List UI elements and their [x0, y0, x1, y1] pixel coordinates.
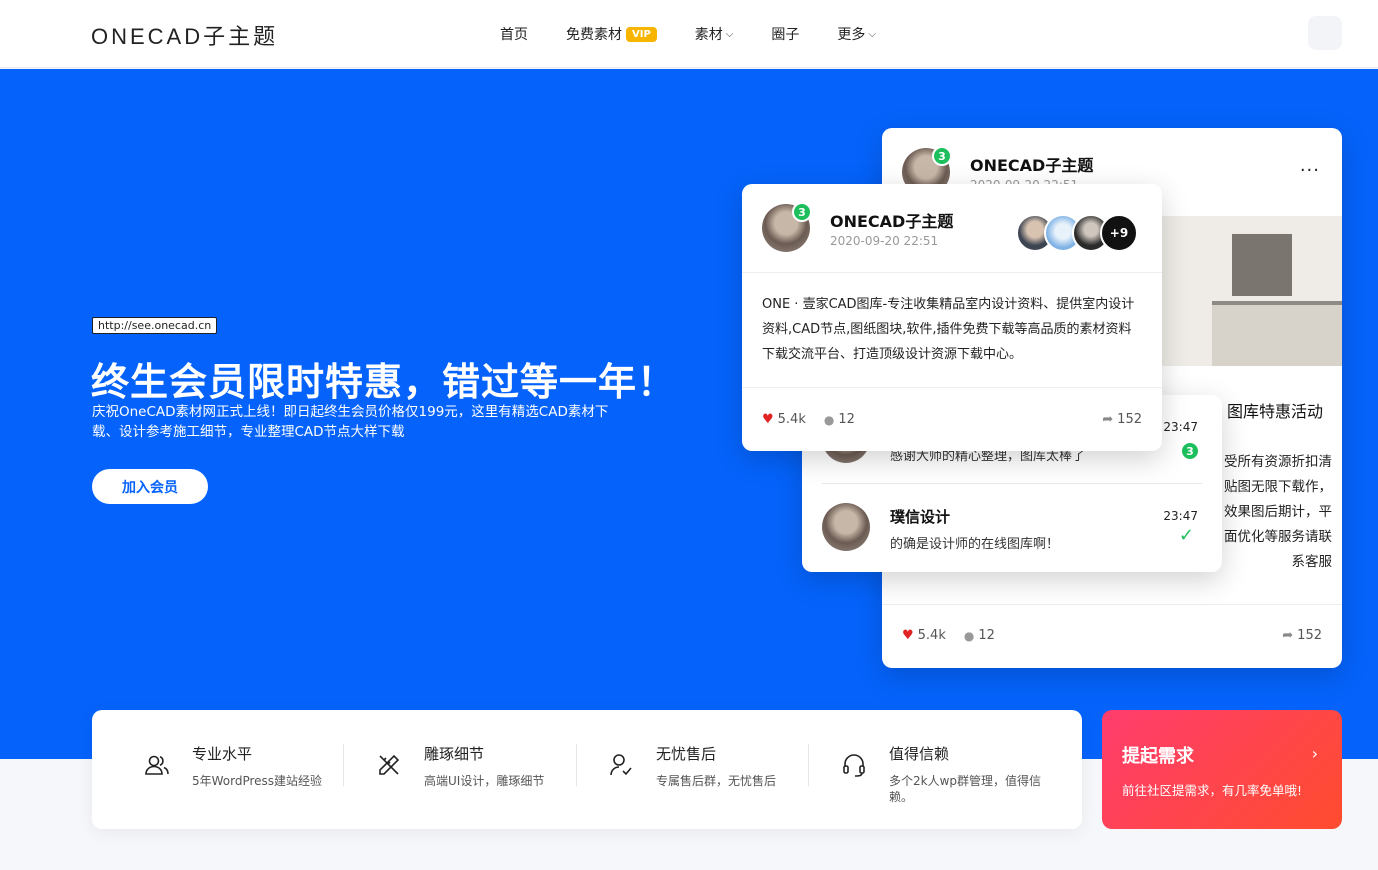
- level-badge: 3: [932, 146, 952, 166]
- hero-url-tag[interactable]: http://see.onecad.cn: [92, 317, 218, 334]
- post-time: 2020-09-20 22:51: [830, 234, 939, 248]
- nav-label: 首页: [500, 27, 528, 43]
- divider: [822, 483, 1202, 484]
- post-author[interactable]: ONECAD子主题: [830, 208, 953, 232]
- headset-icon: [843, 754, 865, 777]
- heart-icon[interactable]: ♥: [762, 412, 774, 427]
- nav-label: 免费素材: [566, 27, 622, 43]
- hero-description: 庆祝OneCAD素材网正式上线！即日起终生会员价格仅199元，这里有精选CAD素…: [92, 404, 609, 440]
- like-count: 5.4k: [777, 412, 806, 427]
- divider: [742, 272, 1162, 273]
- nav-label: 圈子: [771, 27, 800, 43]
- feature-desc: 多个2k人wp群管理，值得信赖。: [889, 774, 1042, 804]
- chevron-down-icon: ⌵: [868, 28, 876, 40]
- nav-label: 更多: [837, 27, 866, 43]
- post-card-front: 3 ONECAD子主题 2020-09-20 22:51 +9 ONE · 壹家…: [742, 184, 1162, 451]
- pen-ruler-icon: [379, 754, 400, 775]
- post-title[interactable]: 图库特惠活动: [1227, 398, 1323, 422]
- unread-badge: 3: [1180, 441, 1200, 461]
- nav-label: 素材: [694, 27, 723, 43]
- features-bar: 专业水平 5年WordPress建站经验 雕琢细节 高端UI设计，雕琢细节 无忧…: [92, 710, 1082, 829]
- divider: [882, 604, 1342, 605]
- avatar-stack[interactable]: +9: [1016, 214, 1140, 252]
- nav-item-more[interactable]: 更多 ⌵: [837, 24, 876, 44]
- join-member-button[interactable]: 加入会员: [92, 469, 208, 504]
- feature-title: 值得信赖: [889, 745, 950, 763]
- post-stats: ♥ 5.4k ● 12: [762, 412, 855, 427]
- chat-time: 23:47: [1163, 509, 1198, 523]
- share-icon: ➦: [1282, 628, 1294, 643]
- comment-count: 12: [978, 628, 995, 643]
- feature-title: 无忧售后: [656, 745, 717, 763]
- chevron-right-icon: ›: [1311, 744, 1318, 763]
- heart-icon[interactable]: ♥: [902, 628, 914, 643]
- more-avatars-count: +9: [1100, 214, 1138, 252]
- feature-title: 雕琢细节: [424, 745, 485, 763]
- divider: [742, 387, 1162, 388]
- post-author[interactable]: ONECAD子主题: [970, 152, 1093, 176]
- comment-icon[interactable]: ●: [824, 413, 834, 427]
- cta-desc: 前往社区提需求，有几率免单哦!: [1122, 783, 1303, 798]
- post-text: 受所有资源折扣清贴图无限下载作，效果图后期计，平面优化等服务请联系客服: [1224, 454, 1332, 570]
- chevron-down-icon: ⌵: [725, 28, 734, 40]
- feature-item: 值得信赖 多个2k人wp群管理，值得信赖。: [789, 710, 1041, 829]
- nav-item-free[interactable]: 免费素材 VIP: [566, 24, 657, 44]
- chat-name[interactable]: 璞信设计: [890, 506, 950, 527]
- vip-badge: VIP: [626, 26, 657, 42]
- users-icon: [145, 755, 169, 775]
- feature-item: 专业水平 5年WordPress建站经验: [92, 710, 324, 829]
- feature-item: 雕琢细节 高端UI设计，雕琢细节: [324, 710, 556, 829]
- user-check-icon: [610, 754, 632, 776]
- like-count: 5.4k: [917, 628, 946, 643]
- user-button[interactable]: [1308, 16, 1342, 50]
- post-stats: ♥ 5.4k ● 12: [902, 628, 995, 643]
- comment-count: 12: [838, 412, 855, 427]
- share-count: 152: [1297, 628, 1322, 643]
- share-count: 152: [1117, 412, 1142, 427]
- image-frame-shape: [1232, 234, 1292, 296]
- nav-item-home[interactable]: 首页: [500, 24, 528, 44]
- main-nav: 首页 免费素材 VIP 素材 ⌵ 圈子 更多 ⌵: [500, 24, 914, 44]
- feature-item: 无忧售后 专属售后群，无忧售后: [556, 710, 788, 829]
- share-stat[interactable]: ➦ 152: [1282, 628, 1322, 643]
- request-cta-card[interactable]: 提起需求 前往社区提需求，有几率免单哦! ›: [1102, 710, 1342, 829]
- nav-item-circle[interactable]: 圈子: [771, 24, 799, 44]
- image-cabinet-shape: [1212, 301, 1342, 366]
- check-icon: ✓: [1178, 525, 1194, 546]
- avatar[interactable]: [822, 503, 870, 551]
- site-logo[interactable]: ONECAD子主题: [91, 19, 278, 51]
- post-text: ONE · 壹家CAD图库-专注收集精品室内设计资料、提供室内设计资料,CAD节…: [762, 297, 1135, 362]
- chat-time: 23:47: [1163, 420, 1198, 434]
- level-badge: 3: [792, 202, 812, 222]
- hero-title: 终生会员限时特惠，错过等一年！: [91, 360, 677, 404]
- cta-title: 提起需求: [1122, 746, 1194, 767]
- comment-icon[interactable]: ●: [964, 629, 974, 643]
- site-header: ONECAD子主题 首页 免费素材 VIP 素材 ⌵ 圈子 更多 ⌵: [0, 0, 1378, 68]
- share-stat[interactable]: ➦ 152: [1102, 412, 1142, 427]
- share-icon: ➦: [1102, 412, 1114, 427]
- more-icon[interactable]: ···: [1300, 160, 1320, 181]
- chat-message: 的确是设计师的在线图库啊！: [890, 537, 1060, 552]
- feature-title: 专业水平: [192, 745, 253, 763]
- nav-item-material[interactable]: 素材 ⌵: [695, 24, 734, 44]
